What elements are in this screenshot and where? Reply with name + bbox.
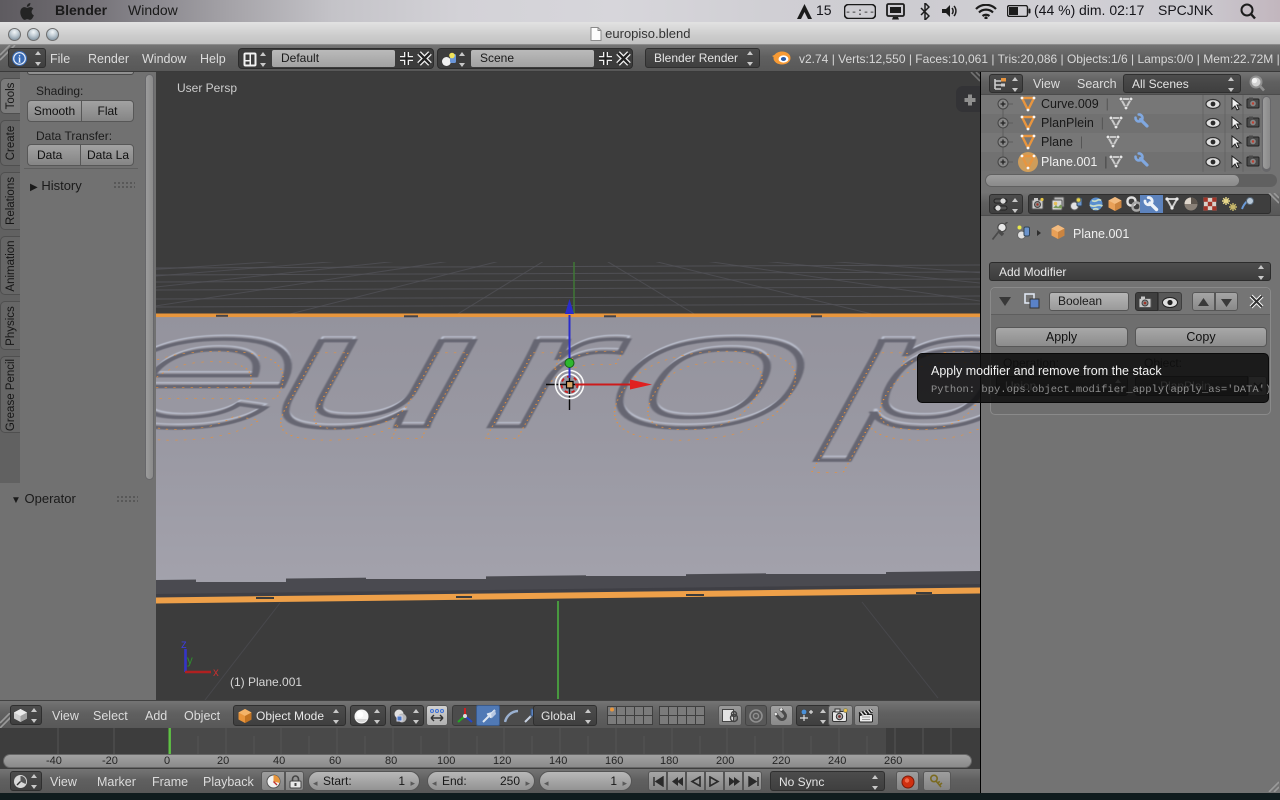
svg-text:z: z xyxy=(181,639,187,651)
svg-text:--:--: --:-- xyxy=(845,8,875,19)
svg-text:User Persp: User Persp xyxy=(177,81,237,95)
svg-text:y: y xyxy=(187,655,193,667)
svg-text:x: x xyxy=(213,667,219,679)
svg-text:i: i xyxy=(18,55,21,66)
svg-text:Plane.001: Plane.001 xyxy=(1073,227,1129,241)
svg-text:(1) Plane.001: (1) Plane.001 xyxy=(230,675,302,689)
